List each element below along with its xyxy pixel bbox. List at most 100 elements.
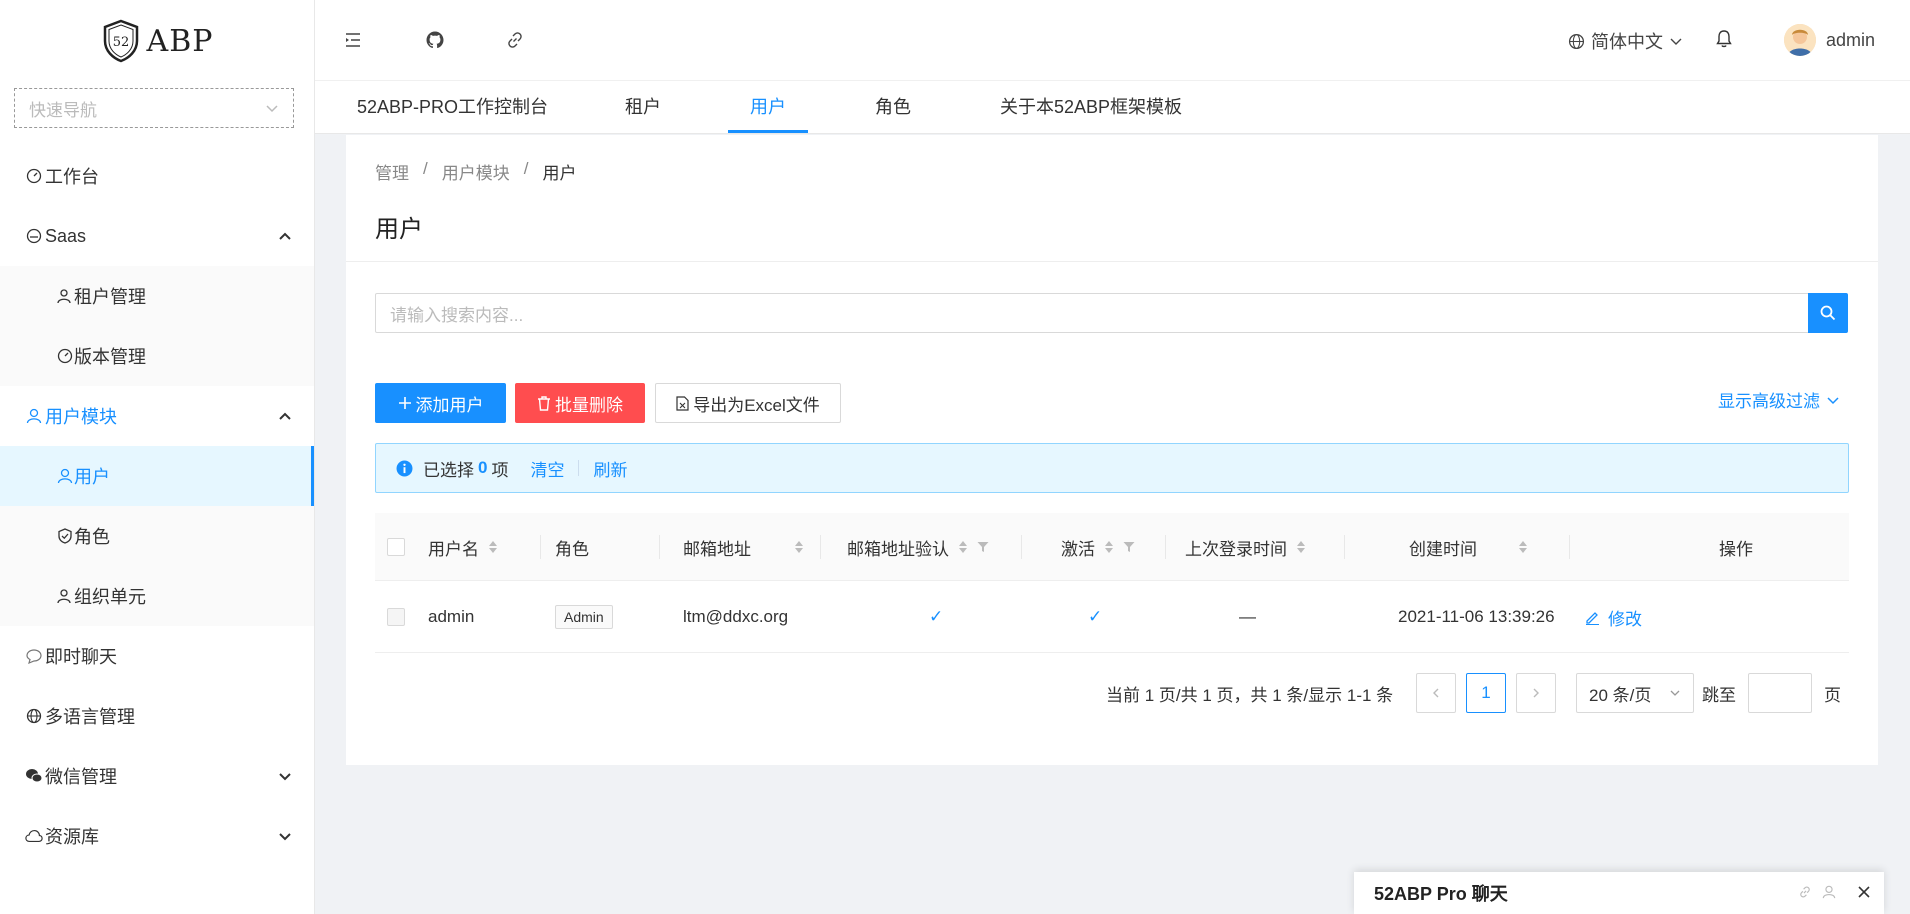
sidebar-item-languages[interactable]: 多语言管理 — [0, 686, 314, 746]
link-icon[interactable] — [505, 30, 525, 50]
jump-label: 跳至 — [1702, 685, 1736, 705]
sidebar-item-label: 资源库 — [45, 827, 99, 847]
table-row: admin Admin ltm@ddxc.org ✓ ✓ — 2021-11-0… — [375, 581, 1849, 653]
page-suffix: 页 — [1824, 685, 1841, 705]
sidebar-item-users[interactable]: 用户 — [0, 446, 314, 506]
quick-nav-select[interactable]: 快速导航 — [14, 88, 294, 128]
content-card: 管理 / 用户模块 / 用户 用户 请输入搜索内容... 添加用户 批量删除 导… — [346, 135, 1878, 765]
side-menu: 工作台 Saas 租户管理 版本管理 用户模块 用户 角色 组织单元 即时聊天 … — [0, 146, 314, 866]
cell-last-login: — — [1239, 607, 1256, 626]
github-icon[interactable] — [425, 30, 445, 50]
clear-selection-link[interactable]: 清空 — [530, 456, 564, 481]
tab-users[interactable]: 用户 — [728, 93, 808, 133]
tab-tenants[interactable]: 租户 — [625, 93, 661, 131]
page-jumper: 跳至 页 — [1702, 673, 1841, 713]
column-label: 创建时间 — [1409, 539, 1477, 559]
tab-about[interactable]: 关于本52ABP框架模板 — [1000, 93, 1182, 131]
sidebar-item-wechat[interactable]: 微信管理 — [0, 746, 314, 806]
chat-title: 52ABP Pro 聊天 — [1374, 884, 1508, 904]
menu-fold-icon[interactable] — [343, 30, 363, 50]
sidebar-item-label: 版本管理 — [74, 347, 146, 367]
sidebar-item-saas[interactable]: Saas — [0, 206, 314, 266]
role-tag: Admin — [555, 605, 613, 629]
sidebar-item-resources[interactable]: 资源库 — [0, 806, 314, 866]
dashboard-icon — [56, 347, 74, 365]
sidebar-item-chat[interactable]: 即时聊天 — [0, 626, 314, 686]
bell-icon[interactable] — [1715, 29, 1733, 49]
message-icon — [25, 647, 43, 665]
batch-delete-button[interactable]: 批量删除 — [515, 383, 645, 423]
advanced-filter-label: 显示高级过滤 — [1718, 392, 1820, 411]
sidebar-item-tenants[interactable]: 租户管理 — [0, 266, 314, 326]
divider — [540, 535, 541, 559]
page-item-current[interactable]: 1 — [1466, 673, 1506, 713]
team-icon — [56, 587, 74, 605]
select-all-checkbox[interactable] — [387, 538, 405, 556]
filter-icon[interactable] — [977, 541, 989, 553]
edit-link[interactable]: 修改 — [1585, 605, 1642, 630]
column-label: 角色 — [555, 539, 589, 559]
link-icon[interactable] — [1798, 885, 1812, 899]
chevron-left-icon — [1433, 688, 1439, 698]
sort-icon[interactable] — [959, 541, 967, 553]
breadcrumb: 管理 / 用户模块 / 用户 — [375, 159, 576, 184]
sort-icon[interactable] — [1519, 541, 1527, 553]
global-icon — [25, 707, 43, 725]
sort-icon[interactable] — [1105, 541, 1113, 553]
column-header-active[interactable]: 激活 — [1061, 513, 1166, 581]
sidebar-item-label: 即时聊天 — [45, 647, 117, 667]
delete-icon — [538, 395, 550, 411]
sidebar-item-editions[interactable]: 版本管理 — [0, 326, 314, 386]
column-header-created[interactable]: 创建时间 — [1409, 513, 1569, 581]
sort-icon[interactable] — [795, 541, 803, 553]
column-header-last-login[interactable]: 上次登录时间 — [1185, 513, 1345, 581]
shield-logo-icon: 52 — [103, 19, 138, 63]
column-header-email[interactable]: 邮箱地址 — [683, 513, 821, 581]
page-tabs: 52ABP-PRO工作控制台 租户 用户 角色 关于本52ABP框架模板 — [315, 80, 1910, 134]
sidebar-item-roles[interactable]: 角色 — [0, 506, 314, 566]
user-icon[interactable] — [1822, 885, 1836, 899]
sort-icon[interactable] — [1297, 541, 1305, 553]
page-size-select[interactable]: 20 条/页 — [1576, 673, 1694, 713]
search-button[interactable] — [1808, 293, 1848, 333]
column-header-username[interactable]: 用户名 — [428, 513, 541, 581]
jump-page-input[interactable] — [1748, 673, 1812, 713]
close-icon[interactable] — [1856, 884, 1872, 900]
chat-panel[interactable]: 52ABP Pro 聊天 — [1354, 872, 1884, 914]
search-placeholder: 请输入搜索内容... — [390, 305, 524, 325]
search-input[interactable]: 请输入搜索内容... — [375, 293, 1847, 333]
cell-email: ltm@ddxc.org — [683, 607, 789, 626]
next-page-button[interactable] — [1516, 673, 1556, 713]
column-label: 邮箱地址 — [683, 539, 751, 559]
language-selector[interactable]: 简体中文 — [1568, 28, 1683, 54]
breadcrumb-item[interactable]: 用户模块 — [442, 159, 510, 184]
export-excel-label: 导出为Excel文件 — [693, 395, 820, 415]
sidebar-item-dashboard[interactable]: 工作台 — [0, 146, 314, 206]
refresh-link[interactable]: 刷新 — [593, 456, 627, 481]
avatar[interactable] — [1784, 24, 1816, 56]
filter-icon[interactable] — [1123, 541, 1135, 553]
advanced-filter-toggle[interactable]: 显示高级过滤 — [1718, 387, 1840, 412]
sidebar-item-label: 组织单元 — [74, 587, 146, 607]
logo[interactable]: 52 ABP — [0, 0, 314, 82]
page-size-label: 20 条/页 — [1589, 685, 1652, 705]
file-excel-icon — [676, 395, 689, 411]
prev-page-button[interactable] — [1416, 673, 1456, 713]
edit-icon — [1586, 611, 1599, 625]
tab-roles[interactable]: 角色 — [875, 93, 911, 131]
chevron-down-icon — [266, 105, 278, 113]
breadcrumb-item[interactable]: 管理 — [375, 159, 409, 184]
sidebar-item-user-module[interactable]: 用户模块 — [0, 386, 314, 446]
sidebar-item-label: 工作台 — [45, 167, 99, 187]
export-excel-button[interactable]: 导出为Excel文件 — [655, 383, 841, 423]
column-label: 邮箱地址验认 — [847, 539, 949, 559]
divider — [1021, 535, 1022, 559]
username[interactable]: admin — [1826, 30, 1875, 51]
column-header-email-confirmed[interactable]: 邮箱地址验认 — [847, 513, 1022, 581]
row-checkbox[interactable] — [387, 608, 405, 626]
tab-dashboard[interactable]: 52ABP-PRO工作控制台 — [357, 93, 548, 131]
sidebar-item-org-units[interactable]: 组织单元 — [0, 566, 314, 626]
add-user-button[interactable]: 添加用户 — [375, 383, 506, 423]
divider — [578, 460, 580, 476]
sort-icon[interactable] — [489, 541, 497, 553]
